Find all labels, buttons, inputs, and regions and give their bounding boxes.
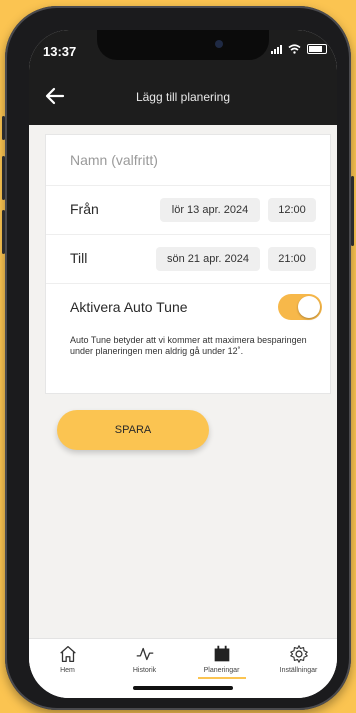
name-row[interactable]: Namn (valfritt) <box>46 135 330 186</box>
to-row: Till sön 21 apr. 2024 21:00 <box>46 235 330 284</box>
page-title: Lägg till planering <box>135 90 231 104</box>
from-label: Från <box>70 201 99 217</box>
auto-tune-toggle[interactable] <box>278 294 322 320</box>
status-time: 13:37 <box>43 44 77 59</box>
tab-historik[interactable]: Historik <box>106 643 183 674</box>
tab-planeringar[interactable]: Planeringar <box>183 643 260 679</box>
save-button[interactable]: SPARA <box>57 410 209 450</box>
tab-label: Inställningar <box>279 667 318 674</box>
auto-tune-row: Aktivera Auto Tune <box>46 284 330 334</box>
tab-hem[interactable]: Hem <box>29 643 106 674</box>
volume-down-button <box>2 210 5 254</box>
signal-icon <box>271 44 282 54</box>
from-date-button[interactable]: lör 13 apr. 2024 <box>160 198 260 222</box>
tab-label: Hem <box>60 667 75 674</box>
volume-up-button <box>2 156 5 200</box>
wifi-icon <box>288 44 301 54</box>
to-time-button[interactable]: 21:00 <box>268 247 316 271</box>
auto-tune-description: Auto Tune betyder att vi kommer att maxi… <box>70 335 307 356</box>
power-button <box>351 176 354 246</box>
home-indicator <box>133 686 233 690</box>
camera <box>215 40 223 48</box>
to-label: Till <box>70 250 88 266</box>
phone-frame: 13:37 Lägg till planering Namn (valfritt… <box>2 6 354 710</box>
tab-installningar[interactable]: Inställningar <box>260 643 337 674</box>
history-icon <box>136 647 153 661</box>
from-row: Från lör 13 apr. 2024 12:00 <box>46 186 330 235</box>
tab-label: Historik <box>132 667 157 674</box>
side-button <box>2 116 5 140</box>
home-icon <box>59 646 76 662</box>
gear-icon <box>289 645 308 663</box>
planning-form: Namn (valfritt) Från lör 13 apr. 2024 12… <box>45 134 331 394</box>
from-time-button[interactable]: 12:00 <box>268 198 316 222</box>
battery-icon <box>307 44 327 54</box>
notch <box>97 30 269 60</box>
name-input[interactable]: Namn (valfritt) <box>70 152 158 168</box>
calendar-icon <box>214 645 229 662</box>
active-tab-indicator <box>197 677 246 679</box>
tab-label: Planeringar <box>203 667 240 674</box>
status-icons <box>271 44 327 54</box>
auto-tune-label: Aktivera Auto Tune <box>70 299 188 315</box>
screen: 13:37 Lägg till planering Namn (valfritt… <box>29 30 337 698</box>
toggle-knob <box>298 296 320 318</box>
top-bar: 13:37 Lägg till planering <box>29 30 337 125</box>
to-date-button[interactable]: sön 21 apr. 2024 <box>156 247 260 271</box>
